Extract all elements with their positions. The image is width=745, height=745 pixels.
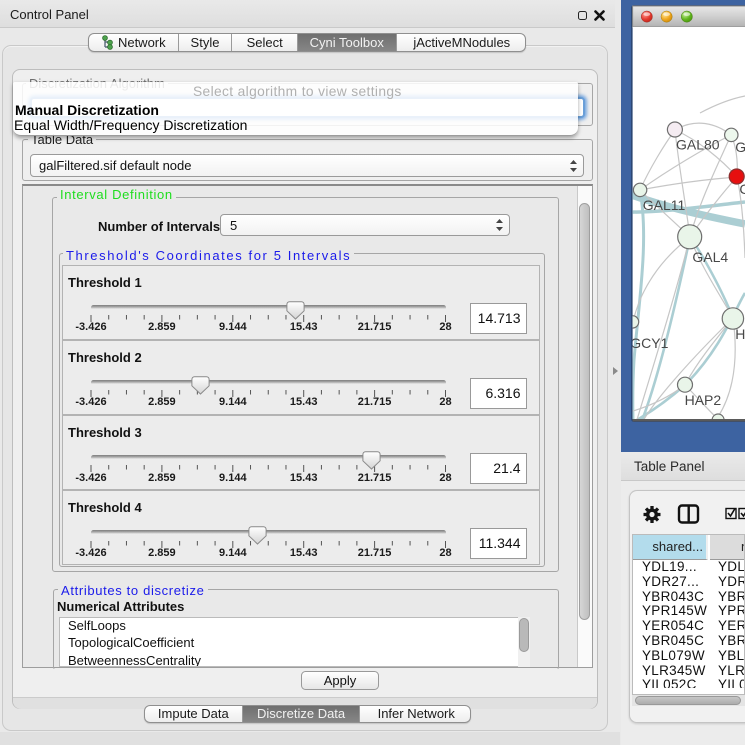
svg-text:HA: HA (735, 326, 745, 342)
svg-text:C: C (739, 181, 745, 197)
svg-text:GAL80: GAL80 (676, 137, 720, 153)
svg-text:HAP2: HAP2 (685, 392, 722, 408)
svg-text:GAL4: GAL4 (692, 249, 728, 265)
svg-text:GCY1: GCY1 (630, 335, 668, 351)
svg-text:GAL: GAL (735, 139, 745, 155)
svg-text:GAL11: GAL11 (643, 197, 686, 213)
